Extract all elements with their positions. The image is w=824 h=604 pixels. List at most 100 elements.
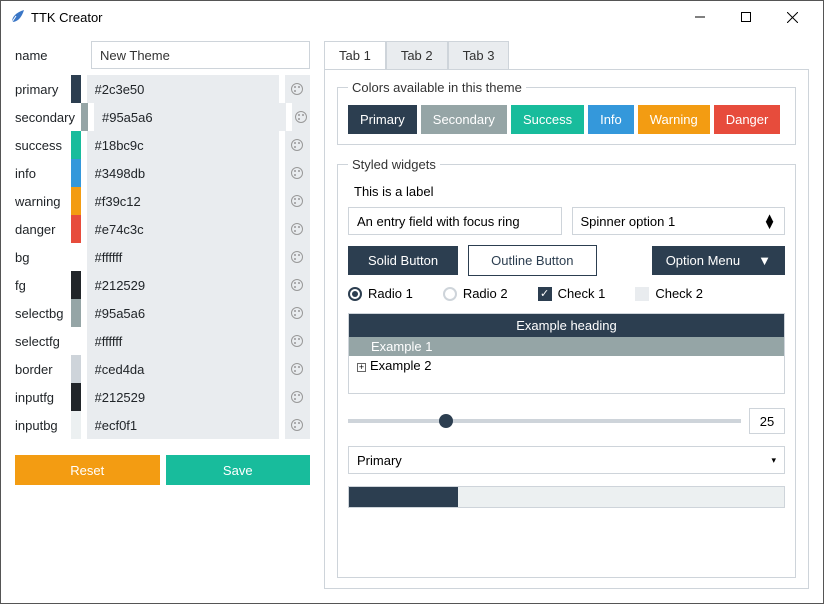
color-picker-button[interactable] xyxy=(285,187,311,215)
color-swatch xyxy=(71,243,81,271)
combo-value: Primary xyxy=(357,453,402,468)
colors-fieldset: Colors available in this theme PrimarySe… xyxy=(337,80,796,145)
spinner-arrows-icon[interactable]: ▲▼ xyxy=(763,214,776,228)
tab-bar: Tab 1 Tab 2 Tab 3 xyxy=(324,41,809,69)
theme-color-button-warning[interactable]: Warning xyxy=(638,105,710,134)
theme-color-button-primary[interactable]: Primary xyxy=(348,105,417,134)
color-label: warning xyxy=(15,194,65,209)
spinner-value: Spinner option 1 xyxy=(581,214,676,229)
color-hex-input[interactable] xyxy=(87,159,279,187)
color-picker-button[interactable] xyxy=(285,159,311,187)
reset-button[interactable]: Reset xyxy=(15,455,160,485)
solid-button[interactable]: Solid Button xyxy=(348,246,458,275)
left-panel: name primarysecondarysuccessinfowarningd… xyxy=(15,41,310,589)
color-row-danger: danger xyxy=(15,215,310,243)
check-1[interactable]: ✓ Check 1 xyxy=(538,286,606,301)
color-hex-input[interactable] xyxy=(87,299,279,327)
palette-icon xyxy=(290,306,304,320)
color-label: inputfg xyxy=(15,390,65,405)
close-button[interactable] xyxy=(769,2,815,32)
radio-2[interactable]: Radio 2 xyxy=(443,286,508,301)
palette-icon xyxy=(290,250,304,264)
color-hex-input[interactable] xyxy=(87,131,279,159)
palette-icon xyxy=(290,278,304,292)
color-swatch xyxy=(71,159,81,187)
radio-icon xyxy=(443,287,457,301)
window-title: TTK Creator xyxy=(31,10,677,25)
option-menu-label: Option Menu xyxy=(666,253,740,268)
color-hex-input[interactable] xyxy=(87,187,279,215)
entry-field[interactable] xyxy=(348,207,562,235)
color-row-inputfg: inputfg xyxy=(15,383,310,411)
checkbox-icon xyxy=(635,287,649,301)
color-row-success: success xyxy=(15,131,310,159)
color-picker-button[interactable] xyxy=(285,355,311,383)
radio-1[interactable]: Radio 1 xyxy=(348,286,413,301)
color-label: info xyxy=(15,166,65,181)
color-swatch xyxy=(71,327,81,355)
color-hex-input[interactable] xyxy=(87,75,279,103)
progress-fill xyxy=(349,487,458,507)
maximize-button[interactable] xyxy=(723,2,769,32)
color-picker-button[interactable] xyxy=(285,411,311,439)
color-row-selectfg: selectfg xyxy=(15,327,310,355)
color-label: selectfg xyxy=(15,334,65,349)
content: name primarysecondarysuccessinfowarningd… xyxy=(1,33,823,603)
color-label: fg xyxy=(15,278,65,293)
color-label: primary xyxy=(15,82,65,97)
color-picker-button[interactable] xyxy=(285,299,311,327)
theme-name-input[interactable] xyxy=(91,41,310,69)
minimize-button[interactable] xyxy=(677,2,723,32)
color-swatch xyxy=(71,411,81,439)
check-2[interactable]: Check 2 xyxy=(635,286,703,301)
tab-3[interactable]: Tab 3 xyxy=(448,41,510,69)
color-picker-button[interactable] xyxy=(285,131,311,159)
spinner[interactable]: Spinner option 1 ▲▼ xyxy=(572,207,786,235)
color-picker-button[interactable] xyxy=(285,327,311,355)
color-label: danger xyxy=(15,222,65,237)
palette-icon xyxy=(290,418,304,432)
color-picker-button[interactable] xyxy=(285,383,311,411)
palette-icon xyxy=(290,334,304,348)
treeview[interactable]: Example heading Example 1 +Example 2 xyxy=(348,313,785,394)
color-picker-button[interactable] xyxy=(285,271,311,299)
color-picker-button[interactable] xyxy=(285,75,311,103)
tree-row-2[interactable]: +Example 2 xyxy=(349,356,784,375)
styled-widgets-fieldset: Styled widgets This is a label Spinner o… xyxy=(337,157,796,578)
color-hex-input[interactable] xyxy=(87,271,279,299)
theme-color-button-success[interactable]: Success xyxy=(511,105,584,134)
color-button-row: PrimarySecondarySuccessInfoWarningDanger xyxy=(348,105,785,134)
theme-color-button-danger[interactable]: Danger xyxy=(714,105,781,134)
color-hex-input[interactable] xyxy=(87,243,279,271)
color-hex-input[interactable] xyxy=(87,215,279,243)
color-hex-input[interactable] xyxy=(87,383,279,411)
option-menu-button[interactable]: Option Menu ▼ xyxy=(652,246,785,275)
color-picker-button[interactable] xyxy=(285,243,311,271)
color-hex-input[interactable] xyxy=(87,411,279,439)
app-icon xyxy=(9,9,25,25)
color-picker-button[interactable] xyxy=(292,103,310,131)
color-label: secondary xyxy=(15,110,75,125)
color-picker-button[interactable] xyxy=(285,215,311,243)
theme-color-button-secondary[interactable]: Secondary xyxy=(421,105,507,134)
save-button[interactable]: Save xyxy=(166,455,311,485)
theme-color-button-info[interactable]: Info xyxy=(588,105,634,134)
color-row-bg: bg xyxy=(15,243,310,271)
tree-heading: Example heading xyxy=(349,314,784,337)
demo-label: This is a label xyxy=(348,182,785,207)
slider-value: 25 xyxy=(749,408,785,434)
color-label: selectbg xyxy=(15,306,65,321)
color-row-warning: warning xyxy=(15,187,310,215)
outline-button[interactable]: Outline Button xyxy=(468,245,596,276)
combo-box[interactable]: Primary ▾ xyxy=(348,446,785,474)
color-hex-input[interactable] xyxy=(87,355,279,383)
slider-thumb[interactable] xyxy=(439,414,453,428)
color-hex-input[interactable] xyxy=(87,327,279,355)
expand-icon[interactable]: + xyxy=(357,363,366,372)
tab-2[interactable]: Tab 2 xyxy=(386,41,448,69)
tab-1[interactable]: Tab 1 xyxy=(324,41,386,69)
slider[interactable] xyxy=(348,419,741,423)
color-hex-input[interactable] xyxy=(94,103,286,131)
right-panel: Tab 1 Tab 2 Tab 3 Colors available in th… xyxy=(324,41,809,589)
tree-row-1[interactable]: Example 1 xyxy=(349,337,784,356)
